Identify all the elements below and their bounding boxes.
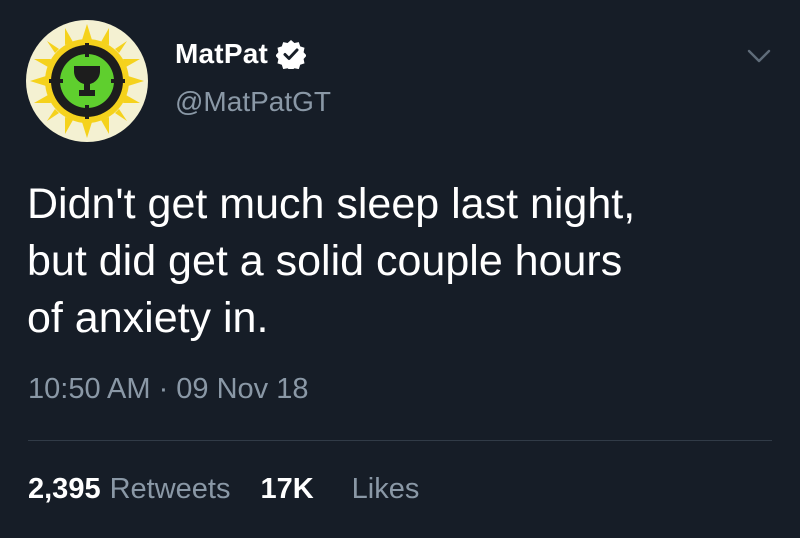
likes-count: 17K (260, 473, 314, 505)
tweet-text-line: of anxiety in. (27, 294, 269, 342)
tweet-text: Didn't get much sleep last night, but di… (27, 176, 767, 347)
retweets-label: Retweets (109, 473, 231, 505)
avatar[interactable] (26, 20, 148, 142)
chevron-down-icon[interactable] (746, 46, 772, 66)
display-name[interactable]: MatPat (175, 38, 268, 70)
user-handle[interactable]: @MatPatGT (175, 86, 331, 118)
tweet-text-line: but did get a solid couple hours (27, 237, 623, 285)
tweet-stats: 2,395 Retweets 17K Likes (28, 473, 419, 506)
name-row: MatPat (175, 38, 306, 70)
likes-label: Likes (351, 473, 420, 505)
tweet-text-line: Didn't get much sleep last night, (27, 180, 636, 228)
divider (28, 440, 772, 441)
retweets-stat[interactable]: 2,395 Retweets (28, 473, 230, 506)
verified-badge-icon (276, 40, 306, 69)
retweets-count: 2,395 (28, 473, 101, 505)
likes-stat[interactable]: 17K Likes (260, 473, 419, 506)
tweet-timestamp[interactable]: 10:50 AM · 09 Nov 18 (28, 373, 309, 406)
game-theory-logo-icon (26, 20, 148, 142)
